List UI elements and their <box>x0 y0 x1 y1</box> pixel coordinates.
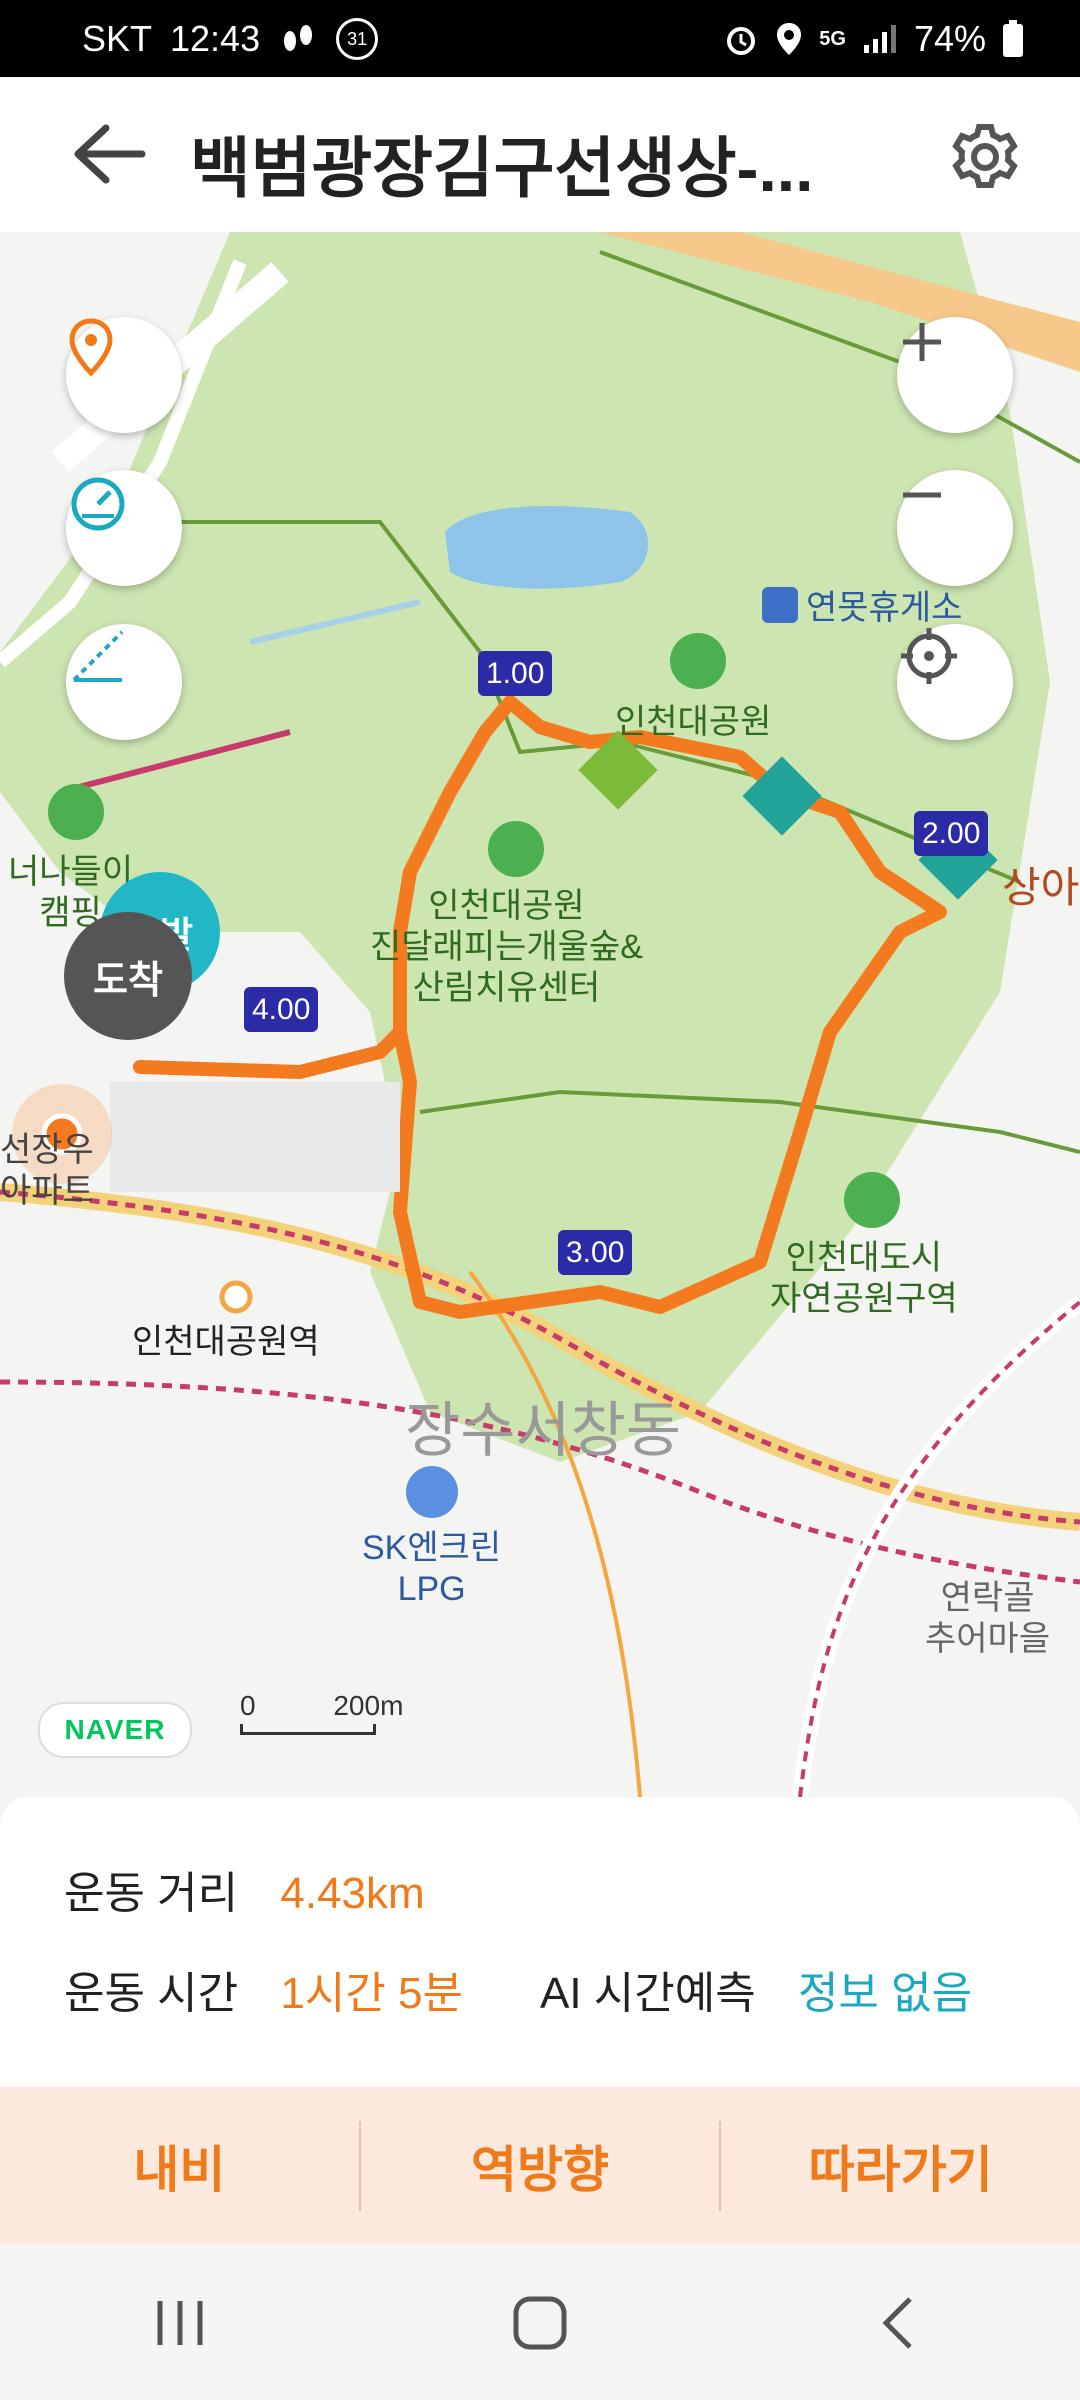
scale-zero: 0 <box>240 1690 256 1721</box>
arrival-marker-text: 도착 <box>93 959 163 1002</box>
km-marker-text: 3.00 <box>558 1230 633 1275</box>
plus-icon <box>903 323 941 361</box>
apartment-label: 선장우 아파트 <box>0 1131 94 1210</box>
follow-button[interactable]: 따라가기 <box>721 2087 1080 2245</box>
gas-station-label: SK엔크린 LPG <box>362 1529 502 1608</box>
system-nav-bar <box>0 2245 1080 2400</box>
chevron-left-icon <box>882 2296 912 2349</box>
elevation-icon <box>72 630 124 682</box>
park-label: 인천대공원 <box>615 703 772 741</box>
station-label: 인천대공원역 <box>132 1323 320 1361</box>
location-icon <box>775 21 803 57</box>
minus-icon <box>903 492 941 498</box>
km-marker-text: 1.00 <box>478 651 553 696</box>
naver-logo: NAVER <box>38 1702 192 1758</box>
km-marker: 3.00 <box>558 1230 633 1275</box>
recent-apps-button[interactable] <box>120 2278 240 2368</box>
status-bar: SKT 12:43 31 5G 74% <box>0 0 1080 77</box>
time-row: 운동 시간 1시간 5분 <box>64 1957 463 2021</box>
clock-text: 12:43 <box>170 18 261 59</box>
ai-value: 정보 없음 <box>797 1969 973 2018</box>
recent-apps-icon <box>157 2300 203 2345</box>
scale-label: 200m <box>333 1690 404 1721</box>
alarm-icon <box>723 21 759 57</box>
system-back-button[interactable] <box>840 2278 960 2368</box>
app-header: 백범광장김구선생상-... <box>0 77 1080 232</box>
distance-label: 운동 거리 <box>64 1869 239 1918</box>
village-label: 연락골 추어마을 <box>925 1579 1051 1658</box>
distance-value: 4.43km <box>280 1869 425 1918</box>
km-marker-text: 2.00 <box>914 811 989 856</box>
zoom-out-button[interactable] <box>897 470 1013 586</box>
navi-button[interactable]: 내비 <box>0 2087 359 2245</box>
signal-icon <box>862 23 898 55</box>
speedometer-icon <box>71 477 125 531</box>
action-bar: 내비 역방향 따라가기 <box>0 2087 1080 2245</box>
km-marker-text: 4.00 <box>244 987 319 1032</box>
carrier-text: SKT <box>82 18 153 59</box>
calendar-badge-text: 31 <box>347 28 368 49</box>
home-icon <box>513 2296 567 2349</box>
home-button[interactable] <box>480 2278 600 2368</box>
battery-percent: 74% <box>913 18 986 59</box>
nature-park-label: 인천대도시 자연공원구역 <box>770 1239 958 1318</box>
location-pin-button[interactable] <box>66 317 182 433</box>
route-info-panel: 운동 거리 4.43km 운동 시간 1시간 5분 AI 시간예측 정보 없음 <box>0 1797 1080 2087</box>
map-pin-icon <box>69 318 113 377</box>
scale-bar <box>240 1724 376 1735</box>
battery-icon <box>1002 20 1024 58</box>
network-5g-icon: 5G <box>819 28 846 51</box>
map-scale: 0 200m <box>240 1690 403 1735</box>
arrival-marker[interactable]: 도착 <box>64 912 192 1040</box>
distance-row: 운동 거리 4.43km <box>64 1857 425 1921</box>
crosshair-icon <box>901 628 957 684</box>
ai-estimate-row: AI 시간예측 정보 없음 <box>540 1957 972 2021</box>
forest-center-label: 인천대공원 진달래피는개울숲& 산림치유센터 <box>370 887 643 1007</box>
map-view[interactable]: 연못휴게소 인천대공원 인천대공원 진달래피는개울숲& 산림치유센터 너나들이 … <box>0 232 1080 1797</box>
elevation-button[interactable] <box>66 624 182 740</box>
time-value: 1시간 5분 <box>280 1969 463 2018</box>
gear-icon <box>952 124 1018 188</box>
back-button[interactable] <box>66 122 150 186</box>
restaurant-icon <box>762 586 798 623</box>
calendar-badge-icon: 31 <box>336 18 379 60</box>
my-location-button[interactable] <box>897 624 1013 740</box>
zoom-in-button[interactable] <box>897 317 1013 433</box>
rest-area-label: 연못휴게소 <box>762 580 962 629</box>
reverse-button[interactable]: 역방향 <box>361 2087 720 2245</box>
ai-label: AI 시간예측 <box>540 1969 756 2018</box>
network-text: 5G <box>819 27 846 50</box>
footprints-icon <box>278 21 318 57</box>
arrow-left-icon <box>74 124 146 184</box>
right-edge-label: 상아 <box>1002 864 1080 911</box>
settings-button[interactable] <box>945 117 1025 197</box>
page-title: 백범광장김구선생상-... <box>190 131 814 205</box>
rest-area-text: 연못휴게소 <box>806 589 963 627</box>
time-label: 운동 시간 <box>64 1969 239 2018</box>
speedometer-button[interactable] <box>66 470 182 586</box>
district-label: 장수서창동 <box>405 1397 681 1464</box>
km-marker: 2.00 <box>914 811 989 856</box>
km-marker: 4.00 <box>244 987 319 1032</box>
km-marker: 1.00 <box>478 651 553 696</box>
